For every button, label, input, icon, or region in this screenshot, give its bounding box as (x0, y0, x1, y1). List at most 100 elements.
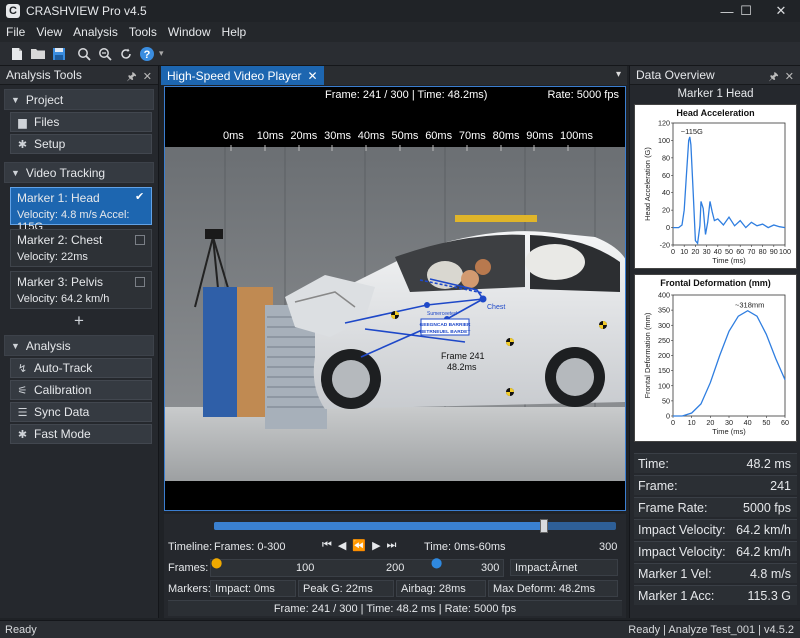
data-overview-header: Data Overview 🖈 ✕ (630, 66, 800, 85)
menu-window[interactable]: Window (168, 25, 211, 39)
time-tick-label: 10ms (256, 130, 284, 142)
start-handle-icon[interactable]: ⬤ (211, 558, 222, 569)
frames-tick: 300 (481, 562, 500, 574)
refresh-icon[interactable] (117, 45, 135, 63)
impact-field[interactable]: Impact:Ârnet (510, 559, 618, 576)
chest-label: Chest (487, 304, 505, 311)
y-tick-label: 0 (666, 412, 670, 421)
data-overview-panel: Data Overview 🖈 ✕ Marker 1 Head Head Acc… (629, 66, 800, 618)
section-video-tracking[interactable]: ▼ Video Tracking (4, 162, 154, 183)
close-panel-icon[interactable]: ✕ (143, 71, 152, 83)
close-tab-icon[interactable]: ✕ (308, 69, 318, 83)
sync-data-button[interactable]: ☰ Sync Data (10, 402, 152, 422)
section-label: Analysis (25, 338, 71, 353)
x-tick-label: 20 (691, 247, 699, 256)
sign-text: Sumerceeted (427, 311, 457, 317)
section-project[interactable]: ▼ Project (4, 89, 154, 110)
marker-field-impact[interactable]: Impact: 0ms (210, 580, 296, 597)
rewind-icon[interactable]: ⏪ (352, 539, 366, 552)
toolbar-overflow-icon[interactable]: ▾ (159, 48, 164, 59)
stat-row: Marker 1 Vel: 4.8 m/s (634, 563, 797, 583)
menu-view[interactable]: View (36, 25, 62, 39)
time-tick-label: 60ms (425, 130, 453, 142)
auto-track-button[interactable]: ↯ Auto-Track (10, 358, 152, 378)
time-range: Time: 0ms-60ms (424, 541, 506, 553)
x-tick-label: 40 (714, 247, 722, 256)
marker-field-airbag[interactable]: Airbag: 28ms (396, 580, 486, 597)
y-tick-label: 0 (666, 223, 670, 232)
y-tick-label: 20 (662, 206, 670, 215)
stat-label: Frame Rate: (638, 500, 708, 515)
tab-menu-icon[interactable]: ▾ (616, 69, 621, 80)
marker-1-head[interactable]: Marker 1: Head Velocity: 4.8 m/s Accel: … (10, 187, 152, 233)
marker-field-peak-g[interactable]: Peak G: 22ms (298, 580, 394, 597)
x-tick-label: 40 (744, 418, 752, 427)
setup-button[interactable]: ✱ Setup (10, 134, 152, 154)
frames-tick: 100 (296, 562, 315, 574)
x-tick-label: 90 (770, 247, 778, 256)
x-tick-label: 10 (688, 418, 696, 427)
fast-mode-button[interactable]: ✱ Fast Mode (10, 424, 152, 444)
marker-3-pelvis[interactable]: Marker 3: Pelvis Velocity: 64.2 km/h (10, 271, 152, 309)
close-panel-icon[interactable]: ✕ (785, 71, 794, 83)
time-tick-label: 40ms (357, 130, 385, 142)
x-tick-label: 20 (706, 418, 714, 427)
video-player-area: High-Speed Video Player ✕ ▾ GEEGNCAD BAR… (161, 66, 627, 618)
seek-slider[interactable] (214, 519, 616, 533)
pin-icon[interactable]: 🖈 (768, 71, 778, 83)
status-left: Ready (5, 624, 37, 636)
caret-down-icon: ▼ (11, 340, 20, 351)
zoom-in-icon[interactable] (75, 45, 93, 63)
step-back-icon[interactable]: ◀ (338, 539, 346, 552)
calibration-button[interactable]: ⚟ Calibration (10, 380, 152, 400)
tab-high-speed-video-player[interactable]: High-Speed Video Player ✕ (161, 66, 324, 85)
new-file-icon[interactable] (8, 45, 26, 63)
add-marker-button[interactable]: + (0, 311, 158, 331)
tab-bar: High-Speed Video Player ✕ ▾ (161, 66, 627, 85)
y-tick-label: 120 (658, 119, 670, 128)
stat-value: 64.2 km/h (736, 544, 791, 559)
stat-value: 241 (770, 478, 791, 493)
files-button[interactable]: ▆ Files (10, 112, 152, 132)
end-handle-icon[interactable]: ⬤ (431, 558, 442, 569)
stat-value: 5000 fps (743, 500, 791, 515)
maximize-button[interactable]: ☐ (727, 0, 765, 22)
marker-field-max-deform[interactable]: Max Deform: 48.2ms (488, 580, 618, 597)
toolbar: ? ▾ (0, 42, 800, 66)
x-tick-label: 10 (680, 247, 688, 256)
save-icon[interactable] (50, 45, 68, 63)
zoom-out-icon[interactable] (96, 45, 114, 63)
pin-icon[interactable]: 🖈 (126, 71, 136, 83)
frames-range-slider[interactable]: ⬤ 100 200 ⬤ 300 (210, 558, 504, 577)
menu-file[interactable]: File (6, 25, 25, 39)
video-frame[interactable]: GEEGNCAD BARRIER BETRNEUEL BARDET Sumerc… (164, 86, 626, 511)
menu-tools[interactable]: Tools (129, 25, 157, 39)
checkmark-icon[interactable]: ✔ (135, 190, 145, 203)
peak-annotation: ~318mm (735, 301, 764, 310)
play-icon[interactable]: ▶ (372, 539, 380, 552)
section-label: Project (25, 92, 64, 107)
section-analysis[interactable]: ▼ Analysis (4, 335, 154, 356)
x-axis-label: Time (ms) (712, 256, 746, 265)
open-folder-icon[interactable] (29, 45, 47, 63)
skip-start-icon[interactable]: ⏮ (322, 539, 332, 552)
time-tick-label: 50ms (391, 130, 419, 142)
overlay-frame-label: Frame 241 (441, 351, 485, 361)
close-window-button[interactable]: ✕ (762, 0, 800, 22)
gear-icon: ✱ (17, 138, 28, 151)
time-end: 300 (599, 541, 618, 553)
checkbox[interactable] (135, 277, 145, 287)
help-icon[interactable]: ? (138, 45, 156, 63)
menu-analysis[interactable]: Analysis (73, 25, 118, 39)
stat-row: Frame: 241 (634, 475, 797, 495)
x-tick-label: 50 (762, 418, 770, 427)
y-tick-label: 50 (662, 396, 670, 405)
skip-end-icon[interactable]: ⏭ (387, 539, 397, 552)
time-tick-label: 100ms (560, 130, 594, 142)
checkbox[interactable] (135, 235, 145, 245)
stat-value: 48.2 ms (746, 456, 791, 471)
stat-value: 64.2 km/h (736, 522, 791, 537)
menu-help[interactable]: Help (222, 25, 247, 39)
y-axis-label: Frontal Deformation (mm) (643, 312, 652, 398)
marker-2-chest[interactable]: Marker 2: Chest Velocity: 22ms (10, 229, 152, 267)
